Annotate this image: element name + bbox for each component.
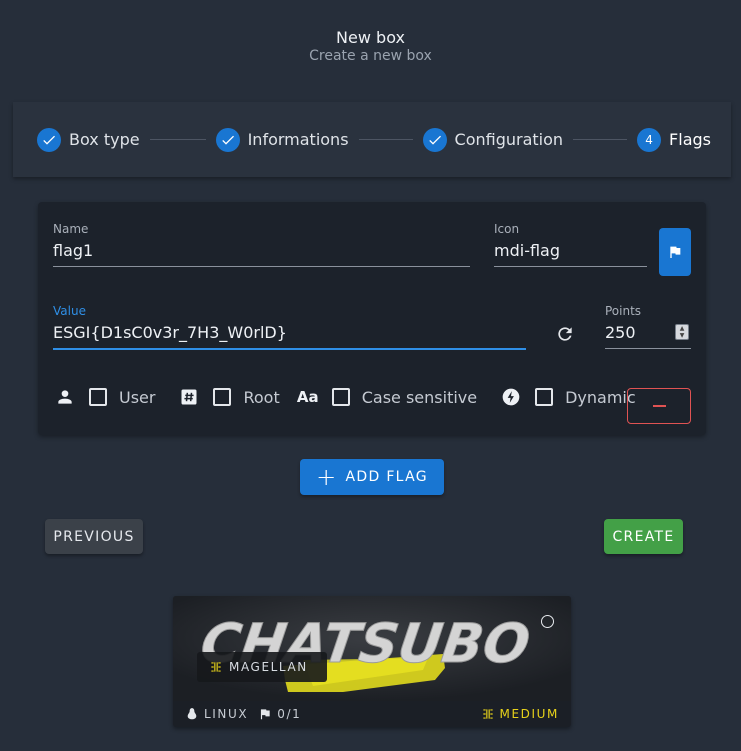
step-flags[interactable]: 4 Flags: [637, 127, 711, 152]
step-divider: [358, 139, 413, 140]
chevron-down-icon[interactable]: ▼: [680, 332, 685, 339]
difficulty-label: MEDIUM: [499, 707, 559, 721]
check-icon: [422, 127, 447, 152]
chevron-up-icon[interactable]: ▲: [680, 325, 685, 332]
user-checkbox[interactable]: [89, 388, 107, 406]
icon-preview-button[interactable]: [659, 228, 691, 276]
select-radio[interactable]: [541, 615, 554, 628]
flag-icon: [670, 246, 681, 258]
box-footer: LINUX 0/1 MEDIUM: [173, 701, 571, 727]
box-preview-card[interactable]: CHATSUBO MAGELLAN LINUX 0/1 MEDIUM: [173, 596, 571, 727]
step-divider: [573, 139, 628, 140]
flag-icon: [261, 709, 270, 720]
page-subtitle: Create a new box: [309, 48, 432, 64]
account-icon: [53, 385, 77, 409]
case-sensitive-label: Case sensitive: [361, 387, 478, 407]
value-underline: [53, 348, 526, 350]
icon-input[interactable]: mdi-flag: [494, 240, 647, 262]
flag-card: Name flag1 Icon mdi-flag Value ESGI{D1sC…: [38, 202, 706, 435]
flags-info: 0/1: [258, 707, 301, 721]
format-letter-case-icon: Aa: [296, 388, 319, 406]
dynamic-label: Dynamic: [565, 387, 636, 407]
name-label: Name: [53, 222, 89, 236]
flags-count: 0/1: [277, 707, 302, 721]
lightning-bolt-circle-icon: [499, 385, 523, 409]
previous-button[interactable]: PREVIOUS: [45, 519, 143, 554]
minus-icon: [652, 405, 666, 407]
step-label: Flags: [669, 130, 711, 149]
icon-underline: [494, 266, 647, 267]
step-label: Box type: [69, 130, 140, 149]
points-underline: [605, 348, 691, 349]
flag-options: User Root Aa Case sensitive Dynamic: [53, 385, 636, 409]
points-label: Points: [605, 304, 642, 318]
step-number: 4: [637, 127, 662, 152]
maker-icon: [211, 662, 221, 672]
icon-label: Icon: [494, 222, 520, 236]
points-spinner[interactable]: ▲ ▼: [675, 324, 689, 340]
user-label: User: [119, 387, 156, 407]
name-input[interactable]: flag1: [53, 240, 470, 262]
dynamic-checkbox[interactable]: [535, 388, 554, 406]
root-label: Root: [243, 387, 280, 407]
check-icon: [37, 127, 61, 152]
os-info: LINUX: [185, 707, 248, 721]
difficulty-badge: MEDIUM: [481, 701, 559, 727]
plus-icon: +: [316, 463, 338, 491]
step-label: Informations: [247, 130, 349, 149]
add-flag-button[interactable]: + ADD FLAG: [300, 459, 444, 495]
step-box-type[interactable]: Box type: [37, 127, 140, 152]
case-sensitive-checkbox[interactable]: [331, 388, 350, 406]
icon-field[interactable]: Icon mdi-flag: [494, 222, 647, 267]
step-label: Configuration: [454, 130, 564, 149]
maker-chip: MAGELLAN: [197, 652, 327, 682]
points-input-wrap: 250 ▲ ▼: [605, 322, 691, 344]
value-input[interactable]: ESGI{D1sC0v3r_7H3_W0rlD}: [53, 322, 526, 344]
os-label: LINUX: [204, 707, 249, 721]
maker-name: MAGELLAN: [229, 660, 308, 674]
points-field[interactable]: Points 250 ▲ ▼: [605, 304, 691, 349]
name-underline: [53, 266, 470, 267]
create-button[interactable]: CREATE: [604, 519, 683, 554]
check-icon: [215, 127, 240, 152]
value-field[interactable]: Value ESGI{D1sC0v3r_7H3_W0rlD}: [53, 304, 526, 350]
pound-box-icon: [177, 385, 201, 409]
chatsubo-logo: CHATSUBO: [173, 596, 571, 701]
refresh-icon[interactable]: [555, 324, 575, 344]
page-header: New box Create a new box: [0, 29, 741, 65]
stepper: Box type Informations Configuration 4 Fl…: [13, 102, 731, 177]
step-configuration[interactable]: Configuration: [422, 127, 564, 152]
add-flag-label: ADD FLAG: [345, 469, 428, 485]
value-label: Value: [53, 304, 86, 318]
root-checkbox[interactable]: [213, 388, 232, 406]
remove-flag-button[interactable]: [627, 388, 691, 424]
name-field[interactable]: Name flag1: [53, 222, 470, 267]
linux-icon: [187, 708, 197, 720]
page-title: New box: [336, 28, 405, 47]
step-divider: [149, 139, 206, 140]
box-banner: CHATSUBO MAGELLAN: [173, 596, 571, 701]
step-informations[interactable]: Informations: [215, 127, 349, 152]
difficulty-icon: [482, 709, 493, 719]
